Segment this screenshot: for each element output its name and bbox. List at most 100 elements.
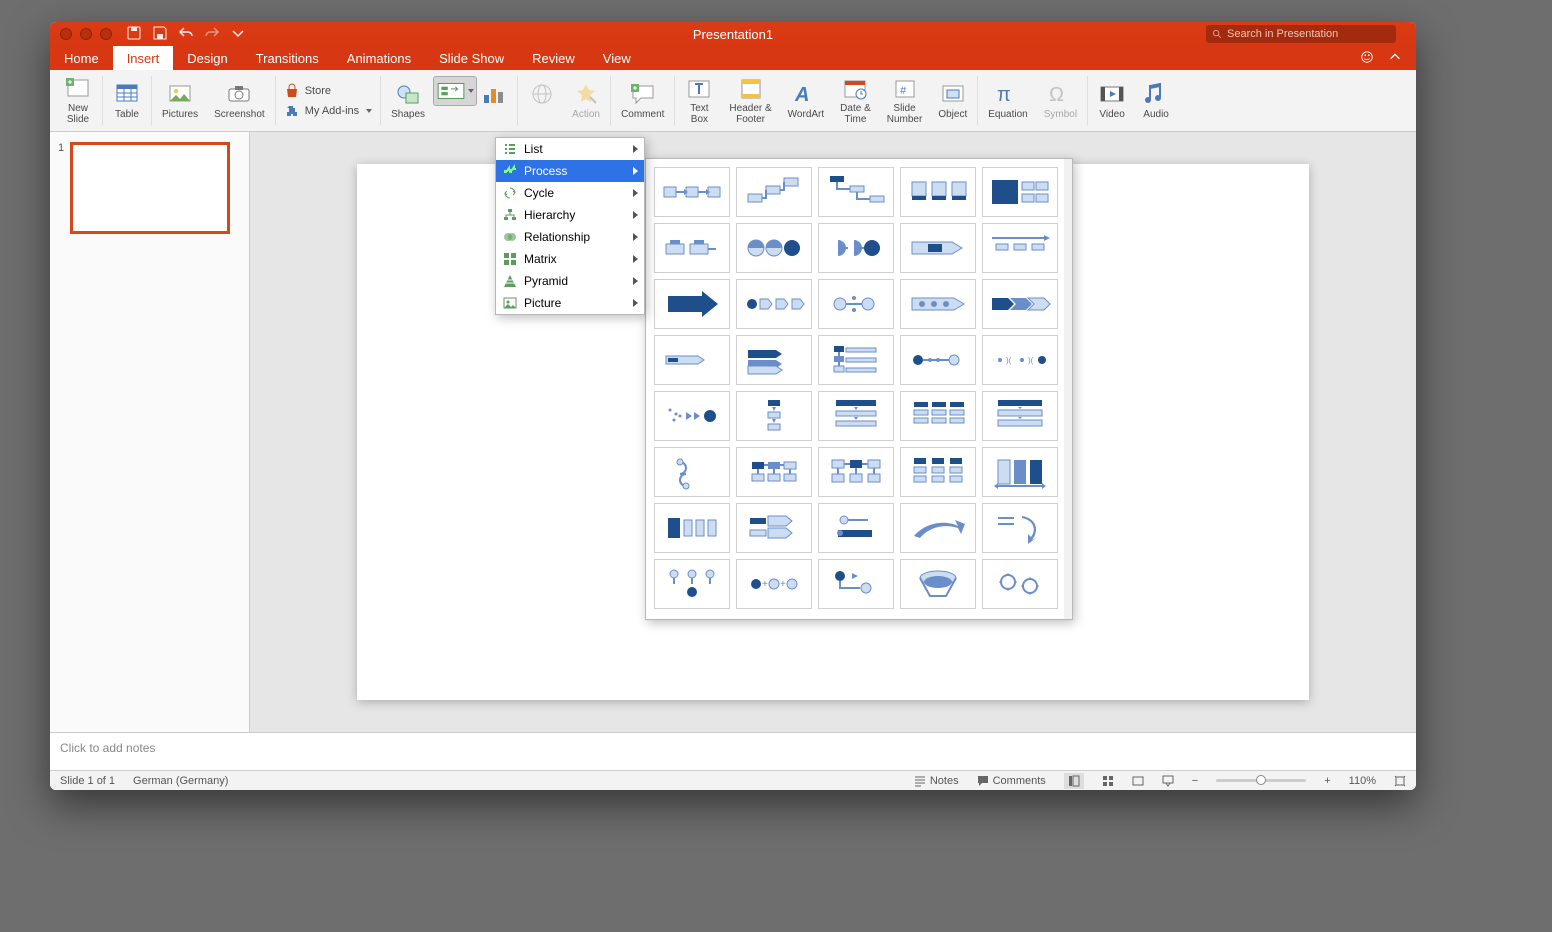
process-tile[interactable] (818, 279, 894, 329)
qat-more-icon[interactable] (230, 25, 246, 44)
process-tile[interactable] (736, 223, 812, 273)
normal-view-button[interactable] (1064, 773, 1084, 789)
datetime-button[interactable]: Date & Time (832, 70, 879, 131)
menu-matrix[interactable]: Matrix (496, 248, 644, 270)
process-tile[interactable] (900, 223, 976, 273)
undo-icon[interactable] (178, 25, 194, 44)
process-tile[interactable] (818, 223, 894, 273)
slidenumber-button[interactable]: # Slide Number (879, 70, 931, 131)
chart-button[interactable] (477, 70, 515, 131)
gallery-scrollbar[interactable] (1064, 159, 1072, 619)
collapse-ribbon-icon[interactable] (1388, 50, 1402, 67)
wordart-button[interactable]: A WordArt (780, 70, 833, 131)
slideshow-view-button[interactable] (1162, 775, 1174, 787)
slide-panel[interactable]: 1 (50, 132, 250, 732)
process-tile[interactable] (654, 279, 730, 329)
process-tile[interactable] (654, 223, 730, 273)
zoom-slider[interactable] (1216, 779, 1306, 782)
zoom-out[interactable]: − (1192, 775, 1198, 787)
status-language[interactable]: German (Germany) (133, 775, 228, 787)
process-tile[interactable] (982, 559, 1058, 609)
textbox-button[interactable]: Text Box (677, 70, 721, 131)
process-tile[interactable] (982, 503, 1058, 553)
shapes-button[interactable]: Shapes (383, 70, 433, 131)
menu-picture[interactable]: Picture (496, 292, 644, 314)
process-tile[interactable]: ++ (736, 559, 812, 609)
menu-list[interactable]: List (496, 138, 644, 160)
store-button[interactable]: Store (284, 83, 372, 99)
process-tile[interactable] (736, 503, 812, 553)
tab-insert[interactable]: Insert (113, 46, 174, 70)
process-tile[interactable] (900, 167, 976, 217)
process-tile[interactable] (982, 279, 1058, 329)
pictures-button[interactable]: Pictures (154, 70, 206, 131)
process-tile[interactable] (818, 335, 894, 385)
tab-design[interactable]: Design (173, 46, 241, 70)
process-tile[interactable]: )()( (982, 335, 1058, 385)
tab-view[interactable]: View (589, 46, 645, 70)
comment-button[interactable]: Comment (613, 70, 672, 131)
screenshot-button[interactable]: Screenshot (206, 70, 273, 131)
menu-process[interactable]: Process (496, 160, 644, 182)
zoom-in[interactable]: + (1324, 775, 1330, 787)
process-tile[interactable] (654, 559, 730, 609)
tab-review[interactable]: Review (518, 46, 589, 70)
video-button[interactable]: Video (1090, 70, 1134, 131)
table-button[interactable]: Table (105, 70, 149, 131)
notes-pane[interactable]: Click to add notes (50, 732, 1416, 770)
equation-button[interactable]: π Equation (980, 70, 1035, 131)
search-input[interactable]: Search in Presentation (1206, 25, 1396, 43)
hyperlink-button[interactable] (520, 70, 564, 131)
process-tile[interactable] (818, 167, 894, 217)
smartart-button[interactable] (433, 76, 477, 106)
minimize-dot[interactable] (80, 28, 92, 40)
process-tile[interactable] (900, 447, 976, 497)
process-tile[interactable] (818, 447, 894, 497)
process-tile[interactable] (900, 503, 976, 553)
tab-animations[interactable]: Animations (333, 46, 425, 70)
redo-icon[interactable] (204, 25, 220, 44)
process-tile[interactable] (736, 447, 812, 497)
tab-slideshow[interactable]: Slide Show (425, 46, 518, 70)
process-tile[interactable] (900, 559, 976, 609)
process-tile[interactable] (654, 503, 730, 553)
audio-button[interactable]: Audio (1134, 70, 1178, 131)
feedback-icon[interactable] (1360, 50, 1374, 67)
notes-toggle[interactable]: Notes (914, 775, 959, 787)
process-tile[interactable] (654, 335, 730, 385)
process-tile[interactable] (736, 279, 812, 329)
process-tile[interactable] (736, 167, 812, 217)
process-tile[interactable] (818, 559, 894, 609)
menu-pyramid[interactable]: Pyramid (496, 270, 644, 292)
tab-transitions[interactable]: Transitions (242, 46, 333, 70)
menu-hierarchy[interactable]: Hierarchy (496, 204, 644, 226)
save-icon[interactable] (152, 25, 168, 44)
tab-home[interactable]: Home (50, 46, 113, 70)
process-tile[interactable] (654, 447, 730, 497)
menu-relationship[interactable]: Relationship (496, 226, 644, 248)
process-tile[interactable] (900, 279, 976, 329)
process-tile[interactable] (982, 447, 1058, 497)
symbol-button[interactable]: Ω Symbol (1036, 70, 1085, 131)
myaddins-button[interactable]: My Add-ins (284, 103, 372, 119)
process-tile[interactable] (982, 391, 1058, 441)
thumbnail-preview[interactable] (70, 142, 230, 234)
fit-button[interactable] (1394, 775, 1406, 787)
action-button[interactable]: Action (564, 70, 608, 131)
zoom-value[interactable]: 110% (1349, 775, 1376, 787)
sorter-view-button[interactable] (1102, 775, 1114, 787)
process-tile[interactable] (818, 503, 894, 553)
menu-cycle[interactable]: Cycle (496, 182, 644, 204)
process-tile[interactable] (736, 335, 812, 385)
comments-toggle[interactable]: Comments (977, 775, 1046, 787)
reading-view-button[interactable] (1132, 775, 1144, 787)
process-tile[interactable] (982, 223, 1058, 273)
process-tile[interactable] (736, 391, 812, 441)
close-dot[interactable] (60, 28, 72, 40)
headerfooter-button[interactable]: Header & Footer (721, 70, 779, 131)
process-tile[interactable] (818, 391, 894, 441)
autosave-icon[interactable] (126, 25, 142, 44)
process-tile[interactable] (900, 391, 976, 441)
slide-thumbnail-1[interactable]: 1 (58, 142, 241, 234)
object-button[interactable]: Object (930, 70, 975, 131)
